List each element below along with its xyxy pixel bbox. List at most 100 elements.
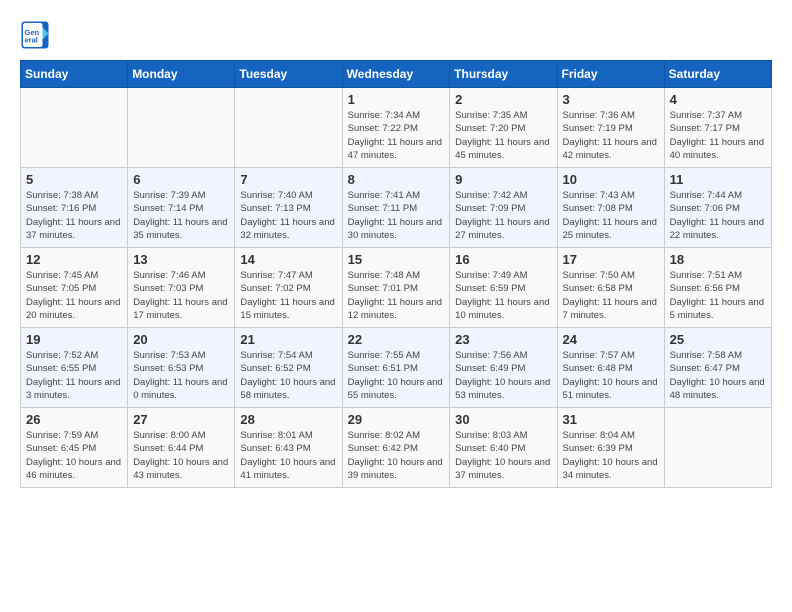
day-info: Sunrise: 7:52 AM Sunset: 6:55 PM Dayligh…	[26, 349, 122, 402]
calendar-cell: 1 Sunrise: 7:34 AM Sunset: 7:22 PM Daylig…	[342, 88, 450, 168]
day-number: 5	[26, 172, 122, 187]
day-info: Sunrise: 8:00 AM Sunset: 6:44 PM Dayligh…	[133, 429, 229, 482]
logo-icon: Gen eral	[20, 20, 50, 50]
calendar-cell: 15Sunrise: 7:48 AM Sunset: 7:01 PM Dayli…	[342, 248, 450, 328]
day-number: 31	[563, 412, 659, 427]
day-number: 23	[455, 332, 551, 347]
day-info: Sunrise: 7:56 AM Sunset: 6:49 PM Dayligh…	[455, 349, 551, 402]
day-info: Sunrise: 7:45 AM Sunset: 7:05 PM Dayligh…	[26, 269, 122, 322]
calendar-cell: 2Sunrise: 7:35 AM Sunset: 7:20 PM Daylig…	[450, 88, 557, 168]
day-number: 12	[26, 252, 122, 267]
day-number: 29	[348, 412, 445, 427]
day-number: 24	[563, 332, 659, 347]
day-info: Sunrise: 7:54 AM Sunset: 6:52 PM Dayligh…	[240, 349, 336, 402]
day-info: Sunrise: 7:39 AM Sunset: 7:14 PM Dayligh…	[133, 189, 229, 242]
day-number: 16	[455, 252, 551, 267]
calendar-cell: 8 Sunrise: 7:41 AM Sunset: 7:11 PM Daylig…	[342, 168, 450, 248]
calendar-cell: 12 Sunrise: 7:45 AM Sunset: 7:05 PM Dayli…	[21, 248, 128, 328]
day-number: 2	[455, 92, 551, 107]
calendar-cell: 19 Sunrise: 7:52 AM Sunset: 6:55 PM Dayli…	[21, 328, 128, 408]
day-info: Sunrise: 8:03 AM Sunset: 6:40 PM Dayligh…	[455, 429, 551, 482]
calendar-cell	[235, 88, 342, 168]
day-number: 4	[670, 92, 766, 107]
day-info: Sunrise: 7:49 AM Sunset: 6:59 PM Dayligh…	[455, 269, 551, 322]
calendar-cell: 3 Sunrise: 7:36 AM Sunset: 7:19 PM Daylig…	[557, 88, 664, 168]
day-info: Sunrise: 7:42 AM Sunset: 7:09 PM Dayligh…	[455, 189, 551, 242]
calendar-cell: 28 Sunrise: 8:01 AM Sunset: 6:43 PM Dayli…	[235, 408, 342, 488]
calendar-cell: 27 Sunrise: 8:00 AM Sunset: 6:44 PM Dayli…	[128, 408, 235, 488]
day-number: 26	[26, 412, 122, 427]
calendar-cell: 23 Sunrise: 7:56 AM Sunset: 6:49 PM Dayli…	[450, 328, 557, 408]
day-info: Sunrise: 7:34 AM Sunset: 7:22 PM Dayligh…	[348, 109, 445, 162]
day-number: 14	[240, 252, 336, 267]
calendar-table: SundayMondayTuesdayWednesdayThursdayFrid…	[20, 60, 772, 488]
day-number: 19	[26, 332, 122, 347]
day-info: Sunrise: 8:01 AM Sunset: 6:43 PM Dayligh…	[240, 429, 336, 482]
day-number: 28	[240, 412, 336, 427]
calendar-cell: 21 Sunrise: 7:54 AM Sunset: 6:52 PM Dayli…	[235, 328, 342, 408]
calendar-cell: 17 Sunrise: 7:50 AM Sunset: 6:58 PM Dayli…	[557, 248, 664, 328]
col-header-wednesday: Wednesday	[342, 61, 450, 88]
week-row-1: 1 Sunrise: 7:34 AM Sunset: 7:22 PM Daylig…	[21, 88, 772, 168]
calendar-cell: 22Sunrise: 7:55 AM Sunset: 6:51 PM Dayli…	[342, 328, 450, 408]
calendar-cell: 7 Sunrise: 7:40 AM Sunset: 7:13 PM Daylig…	[235, 168, 342, 248]
calendar-cell: 30 Sunrise: 8:03 AM Sunset: 6:40 PM Dayli…	[450, 408, 557, 488]
week-row-4: 19 Sunrise: 7:52 AM Sunset: 6:55 PM Dayli…	[21, 328, 772, 408]
day-info: Sunrise: 7:43 AM Sunset: 7:08 PM Dayligh…	[563, 189, 659, 242]
day-info: Sunrise: 7:50 AM Sunset: 6:58 PM Dayligh…	[563, 269, 659, 322]
day-info: Sunrise: 7:51 AM Sunset: 6:56 PM Dayligh…	[670, 269, 766, 322]
day-number: 10	[563, 172, 659, 187]
day-number: 25	[670, 332, 766, 347]
calendar-cell: 13 Sunrise: 7:46 AM Sunset: 7:03 PM Dayli…	[128, 248, 235, 328]
day-info: Sunrise: 7:44 AM Sunset: 7:06 PM Dayligh…	[670, 189, 766, 242]
day-info: Sunrise: 7:59 AM Sunset: 6:45 PM Dayligh…	[26, 429, 122, 482]
calendar-cell: 31Sunrise: 8:04 AM Sunset: 6:39 PM Dayli…	[557, 408, 664, 488]
day-info: Sunrise: 7:38 AM Sunset: 7:16 PM Dayligh…	[26, 189, 122, 242]
col-header-tuesday: Tuesday	[235, 61, 342, 88]
calendar-cell: 29 Sunrise: 8:02 AM Sunset: 6:42 PM Dayli…	[342, 408, 450, 488]
day-info: Sunrise: 8:02 AM Sunset: 6:42 PM Dayligh…	[348, 429, 445, 482]
calendar-cell: 4Sunrise: 7:37 AM Sunset: 7:17 PM Daylig…	[664, 88, 771, 168]
calendar-cell: 14 Sunrise: 7:47 AM Sunset: 7:02 PM Dayli…	[235, 248, 342, 328]
day-number: 11	[670, 172, 766, 187]
calendar-cell: 9 Sunrise: 7:42 AM Sunset: 7:09 PM Daylig…	[450, 168, 557, 248]
calendar-cell	[21, 88, 128, 168]
calendar-cell: 6 Sunrise: 7:39 AM Sunset: 7:14 PM Daylig…	[128, 168, 235, 248]
day-number: 1	[348, 92, 445, 107]
day-number: 17	[563, 252, 659, 267]
col-header-thursday: Thursday	[450, 61, 557, 88]
day-info: Sunrise: 7:57 AM Sunset: 6:48 PM Dayligh…	[563, 349, 659, 402]
calendar-cell: 5 Sunrise: 7:38 AM Sunset: 7:16 PM Daylig…	[21, 168, 128, 248]
calendar-cell: 16 Sunrise: 7:49 AM Sunset: 6:59 PM Dayli…	[450, 248, 557, 328]
day-number: 21	[240, 332, 336, 347]
day-number: 7	[240, 172, 336, 187]
day-number: 20	[133, 332, 229, 347]
day-info: Sunrise: 7:41 AM Sunset: 7:11 PM Dayligh…	[348, 189, 445, 242]
week-row-2: 5 Sunrise: 7:38 AM Sunset: 7:16 PM Daylig…	[21, 168, 772, 248]
calendar-cell: 25 Sunrise: 7:58 AM Sunset: 6:47 PM Dayli…	[664, 328, 771, 408]
day-info: Sunrise: 7:48 AM Sunset: 7:01 PM Dayligh…	[348, 269, 445, 322]
day-number: 13	[133, 252, 229, 267]
calendar-cell: 26 Sunrise: 7:59 AM Sunset: 6:45 PM Dayli…	[21, 408, 128, 488]
calendar-cell: 20 Sunrise: 7:53 AM Sunset: 6:53 PM Dayli…	[128, 328, 235, 408]
day-number: 8	[348, 172, 445, 187]
day-info: Sunrise: 7:53 AM Sunset: 6:53 PM Dayligh…	[133, 349, 229, 402]
day-info: Sunrise: 7:40 AM Sunset: 7:13 PM Dayligh…	[240, 189, 336, 242]
day-info: Sunrise: 7:47 AM Sunset: 7:02 PM Dayligh…	[240, 269, 336, 322]
logo: Gen eral	[20, 20, 54, 50]
day-info: Sunrise: 7:58 AM Sunset: 6:47 PM Dayligh…	[670, 349, 766, 402]
day-number: 6	[133, 172, 229, 187]
calendar-cell: 18Sunrise: 7:51 AM Sunset: 6:56 PM Dayli…	[664, 248, 771, 328]
svg-text:eral: eral	[25, 36, 38, 45]
col-header-friday: Friday	[557, 61, 664, 88]
day-number: 9	[455, 172, 551, 187]
day-info: Sunrise: 7:46 AM Sunset: 7:03 PM Dayligh…	[133, 269, 229, 322]
col-header-sunday: Sunday	[21, 61, 128, 88]
day-number: 27	[133, 412, 229, 427]
day-number: 30	[455, 412, 551, 427]
day-number: 3	[563, 92, 659, 107]
day-info: Sunrise: 7:55 AM Sunset: 6:51 PM Dayligh…	[348, 349, 445, 402]
col-header-saturday: Saturday	[664, 61, 771, 88]
calendar-header-row: SundayMondayTuesdayWednesdayThursdayFrid…	[21, 61, 772, 88]
day-info: Sunrise: 7:36 AM Sunset: 7:19 PM Dayligh…	[563, 109, 659, 162]
